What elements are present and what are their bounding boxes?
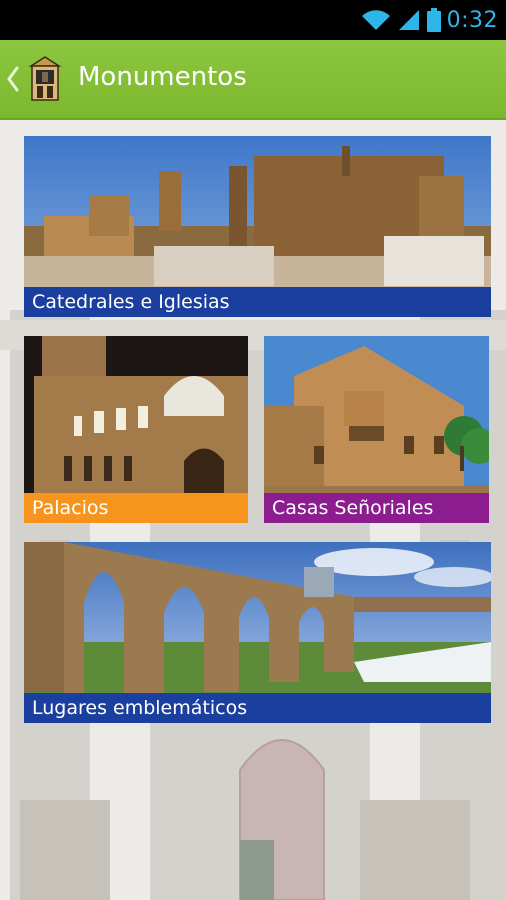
tile-lugares-emblematicos[interactable]: Lugares emblemáticos bbox=[24, 542, 491, 723]
back-chevron-icon[interactable] bbox=[6, 66, 20, 92]
tile-label-catedrales: Catedrales e Iglesias bbox=[24, 287, 491, 317]
status-time: 0:32 bbox=[446, 7, 498, 33]
wifi-icon bbox=[361, 10, 390, 30]
battery-icon bbox=[426, 8, 441, 32]
tile-label-casas-senoriales: Casas Señoriales bbox=[264, 493, 489, 523]
tile-casas-senoriales[interactable]: Casas Señoriales bbox=[264, 336, 489, 523]
tile-palacios[interactable]: Palacios bbox=[24, 336, 248, 523]
app-logo-icon[interactable] bbox=[26, 56, 64, 102]
status-bar: 0:32 bbox=[0, 0, 506, 40]
tile-label-lugares: Lugares emblemáticos bbox=[24, 693, 491, 723]
signal-icon bbox=[398, 10, 419, 30]
action-bar: Monumentos bbox=[0, 40, 506, 120]
tile-label-palacios: Palacios bbox=[24, 493, 248, 523]
page-title: Monumentos bbox=[78, 62, 247, 92]
tile-catedrales[interactable]: Catedrales e Iglesias bbox=[24, 136, 491, 317]
